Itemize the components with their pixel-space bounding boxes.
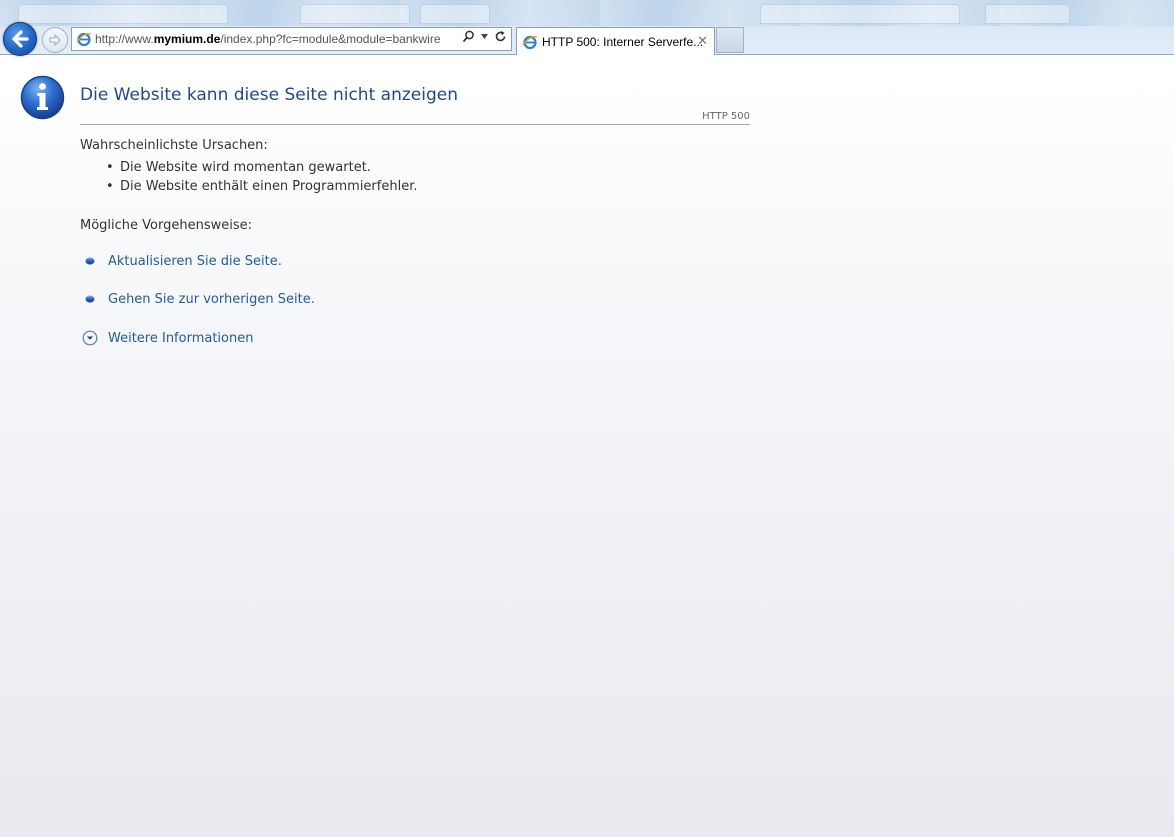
info-icon <box>20 75 65 120</box>
previous-page-link[interactable]: Gehen Sie zur vorherigen Seite. <box>108 292 315 307</box>
page-title: Die Website kann diese Seite nicht anzei… <box>80 85 458 105</box>
bullet: • <box>106 160 114 175</box>
expand-chevron-icon[interactable] <box>82 330 98 346</box>
cause-text: Die Website wird momentan gewartet. <box>120 160 371 175</box>
blurred-tab <box>300 4 410 24</box>
refresh-icon[interactable] <box>494 30 507 43</box>
cause-text: Die Website enthält einen Programmierfeh… <box>120 179 418 194</box>
blurred-tab <box>760 4 960 24</box>
address-tools <box>462 30 507 43</box>
blurred-tab <box>985 4 1070 24</box>
blurred-background-tabs <box>0 0 1174 26</box>
actions-label: Mögliche Vorgehensweise: <box>80 218 253 233</box>
previous-page-action[interactable]: Gehen Sie zur vorherigen Seite. <box>84 292 315 307</box>
refresh-page-action[interactable]: Aktualisieren Sie die Seite. <box>84 254 282 269</box>
url-path: /index.php?fc=module&module=bankwire <box>220 32 441 46</box>
list-item: • Die Website enthält einen Programmierfe… <box>106 177 417 196</box>
bullet-dot-icon <box>85 294 95 303</box>
more-info-link[interactable]: Weitere Informationen <box>108 331 253 346</box>
browser-toolbar: http://www.mymium.de/index.php?fc=module… <box>0 0 1174 56</box>
more-info-action[interactable]: Weitere Informationen <box>82 330 253 346</box>
bullet: • <box>106 179 114 194</box>
ie-tab-icon <box>522 35 538 49</box>
new-tab-button[interactable] <box>716 27 744 53</box>
list-item: • Die Website wird momentan gewartet. <box>106 158 417 177</box>
forward-button[interactable] <box>42 27 68 53</box>
back-button[interactable] <box>3 22 37 56</box>
title-divider <box>80 124 750 125</box>
url-domain: mymium.de <box>153 32 221 46</box>
blurred-tab <box>420 4 490 24</box>
http-status-code: HTTP 500 <box>702 111 750 122</box>
refresh-page-link[interactable]: Aktualisieren Sie die Seite. <box>108 254 282 269</box>
causes-list: • Die Website wird momentan gewartet. • Di… <box>106 158 417 196</box>
bullet-dot-icon <box>85 256 95 265</box>
arrow-left-icon <box>12 30 29 48</box>
ie-page-icon <box>76 32 92 47</box>
dropdown-arrow-icon[interactable] <box>481 34 488 39</box>
address-bar[interactable]: http://www.mymium.de/index.php?fc=module… <box>71 27 512 51</box>
address-url[interactable]: http://www.mymium.de/index.php?fc=module… <box>95 32 455 46</box>
close-tab-icon[interactable]: ✕ <box>697 33 708 49</box>
tab-http-500[interactable]: HTTP 500: Interner Serverfe... ✕ <box>516 27 715 55</box>
url-prefix: http://www. <box>95 32 154 46</box>
tab-title: HTTP 500: Interner Serverfe... <box>542 34 702 49</box>
arrow-right-icon <box>49 33 61 47</box>
blurred-tab <box>18 4 228 24</box>
search-icon[interactable] <box>462 30 475 43</box>
causes-label: Wahrscheinlichste Ursachen: <box>80 138 268 153</box>
